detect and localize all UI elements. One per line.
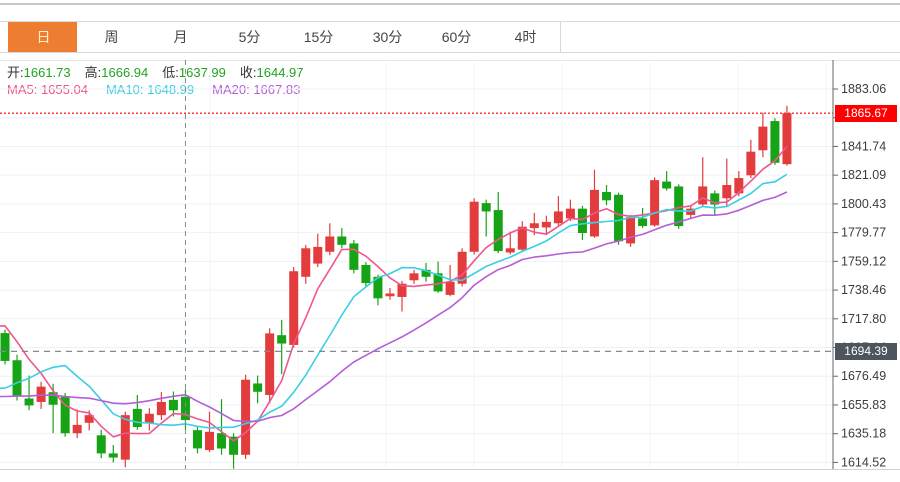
candle-body xyxy=(577,208,587,233)
candle-body xyxy=(638,218,648,227)
candle-body xyxy=(674,186,684,227)
candle-body xyxy=(301,248,311,277)
candle-body xyxy=(144,413,154,424)
candle-body xyxy=(361,264,371,284)
y-tick-label-7: 1738.46 xyxy=(841,283,886,297)
candle-body xyxy=(758,126,768,151)
candle-body xyxy=(614,194,624,242)
candle-body xyxy=(541,221,551,228)
candle-body xyxy=(385,293,395,297)
candle-body xyxy=(493,210,503,252)
y-tick-label-11: 1655.83 xyxy=(841,398,886,412)
candle-body xyxy=(517,226,527,250)
y-tick-label-10: 1676.49 xyxy=(841,369,886,383)
candle-body xyxy=(96,435,106,454)
current-price-badge: 1865.67 xyxy=(835,105,897,122)
y-tick-label-5: 1779.77 xyxy=(841,226,886,240)
candle-body xyxy=(313,246,323,264)
candle-body xyxy=(205,431,215,451)
candle-body xyxy=(0,333,10,361)
candle-body xyxy=(782,113,792,165)
y-tick-label-3: 1821.09 xyxy=(841,168,886,182)
candle-body xyxy=(626,217,636,244)
y-tick-label-13: 1614.52 xyxy=(841,455,886,469)
chart-panel-bottom-border xyxy=(0,469,900,470)
candle-body xyxy=(734,178,744,194)
crosshair-price-badge: 1694.39 xyxy=(835,343,897,360)
candle-body xyxy=(253,383,263,392)
candle-body xyxy=(505,248,515,253)
candle-body xyxy=(12,360,22,397)
candle-body xyxy=(662,181,672,189)
candle-body xyxy=(698,186,708,205)
candle-body xyxy=(277,335,287,344)
candle-body xyxy=(265,333,275,395)
y-tick-label-6: 1759.12 xyxy=(841,254,886,268)
candle-body xyxy=(722,185,732,199)
candle-body xyxy=(337,236,347,245)
candle-body xyxy=(241,379,251,455)
candle-body xyxy=(565,208,575,219)
candle-body xyxy=(602,191,611,201)
candlestick-chart[interactable]: 1883.061862.401841.741821.091800.431779.… xyxy=(0,0,900,477)
candle-body xyxy=(217,433,227,449)
candle-body xyxy=(24,398,34,406)
candle-body xyxy=(120,415,130,460)
candle-body xyxy=(108,453,118,458)
candle-body xyxy=(156,401,166,416)
candle-body xyxy=(72,424,82,434)
candle-body xyxy=(349,243,359,270)
y-tick-label-4: 1800.43 xyxy=(841,197,886,211)
trading-chart-page: { "tabs": { "items": [ {"label": "日", "a… xyxy=(0,0,900,477)
candle-body xyxy=(132,408,142,427)
candle-body xyxy=(746,151,756,176)
candle-body xyxy=(325,236,335,252)
candle-body xyxy=(409,273,419,281)
y-tick-label-8: 1717.80 xyxy=(841,312,886,326)
ma10-line xyxy=(0,173,788,429)
candle-body xyxy=(469,201,479,252)
y-tick-label-0: 1883.06 xyxy=(841,82,886,96)
candle-body xyxy=(192,430,202,449)
candle-body xyxy=(553,211,563,224)
candle-body xyxy=(529,223,539,229)
candle-body xyxy=(168,399,178,411)
candle-body xyxy=(481,203,491,212)
candle-body xyxy=(289,271,299,345)
y-tick-label-2: 1841.74 xyxy=(841,139,886,153)
ma20-line xyxy=(0,191,788,423)
candle-body xyxy=(650,180,660,226)
candle-body xyxy=(36,386,46,402)
y-tick-label-12: 1635.18 xyxy=(841,427,886,441)
candle-body xyxy=(445,281,455,295)
